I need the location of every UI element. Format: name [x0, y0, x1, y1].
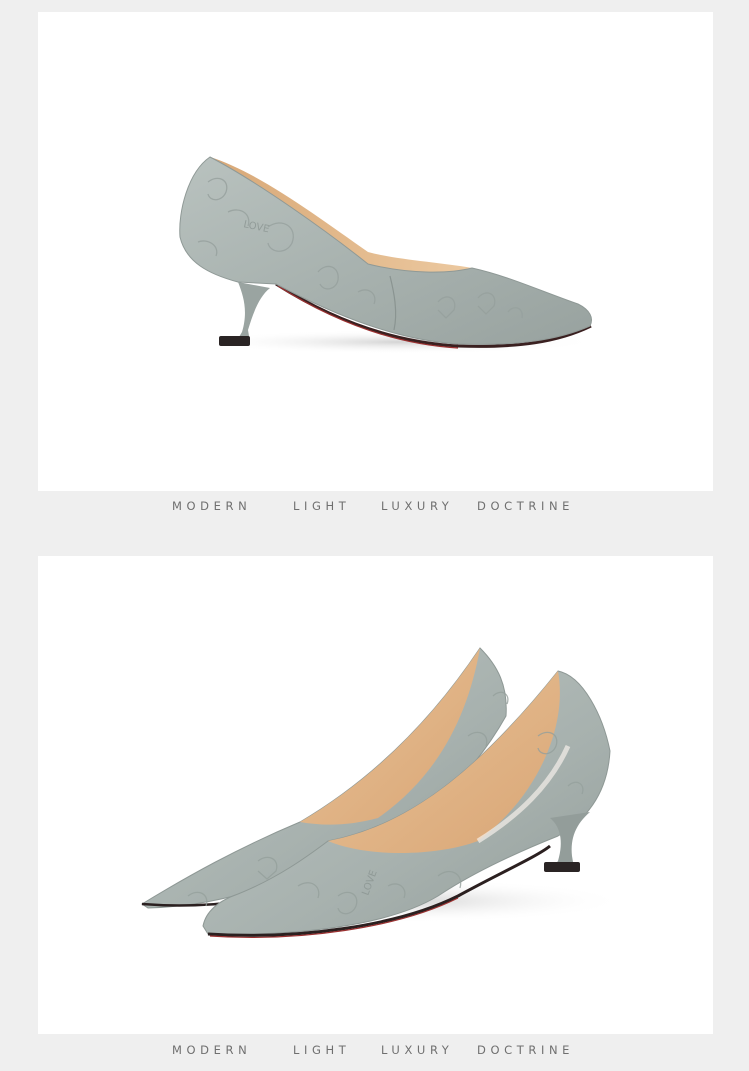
front-shoe-heel	[550, 812, 590, 868]
caption-word-luxury: LUXURY	[381, 499, 454, 513]
caption-word-luxury: LUXURY	[381, 1043, 454, 1057]
caption-word-modern: MODERN	[172, 1043, 252, 1057]
front-shoe-heel-tip	[544, 862, 580, 872]
product-photo-pair-view: LOVE	[38, 556, 713, 1034]
caption-word-doctrine: DOCTRINE	[477, 1043, 575, 1057]
caption-word-doctrine: DOCTRINE	[477, 499, 575, 513]
caption-word-light: LIGHT	[293, 499, 351, 513]
product-photo-side-view: LOVE	[38, 12, 713, 491]
pump-side-illustration: LOVE	[179, 156, 598, 354]
caption-top: MODERN LIGHT LUXURY DOCTRINE	[0, 499, 749, 519]
caption-word-modern: MODERN	[172, 499, 252, 513]
heel-tip	[219, 336, 250, 346]
caption-bottom: MODERN LIGHT LUXURY DOCTRINE	[0, 1043, 749, 1063]
heel	[236, 282, 270, 342]
shoe-upper	[179, 156, 592, 345]
caption-word-light: LIGHT	[293, 1043, 351, 1057]
pump-pair-illustration: LOVE	[141, 647, 628, 938]
